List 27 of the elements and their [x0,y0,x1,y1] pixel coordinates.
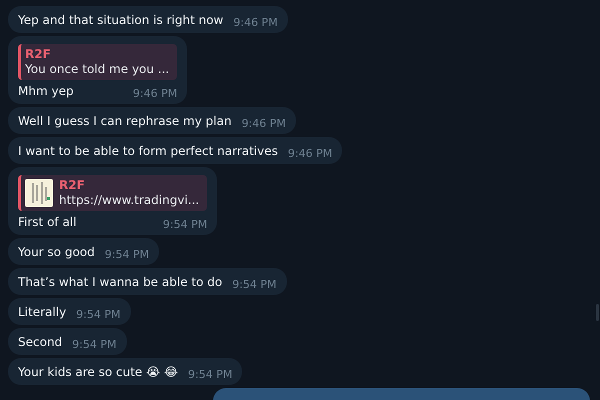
message-time: 9:54 PM [72,338,116,352]
message-text: Literally [18,304,66,320]
message-time: 9:54 PM [232,278,277,292]
reply-quote[interactable]: R2F You once told me you ... [18,44,178,80]
message-text: First of all [18,214,76,230]
message-text: Yep and that situation is right now [18,12,224,28]
quote-author: R2F [25,47,52,62]
message-time: 9:54 PM [76,308,120,322]
reply-quote[interactable]: R2F https://www.tradingvi... [18,175,208,211]
message-time: 9:46 PM [242,117,286,131]
quote-author: R2F [59,178,86,193]
message-text: Mhm yep [18,83,74,99]
message-time: 9:54 PM [188,368,232,382]
quote-text: https://www.tradingvi... [59,193,200,208]
quote-text: You once told me you ... [25,62,170,77]
message-text: Second [18,334,62,350]
message-time: 9:54 PM [162,218,208,232]
message-text: That’s what I wanna be able to do [18,274,222,290]
message-text: Your kids are so cute 😭 😂 [18,364,178,380]
message-text: Well I guess I can rephrase my plan [18,113,232,129]
message-time: 9:54 PM [104,248,150,262]
message-text: I want to be able to form perfect narratives [18,143,278,159]
message-time: 9:46 PM [233,16,278,30]
message-time: 9:46 PM [132,87,178,101]
scrollbar[interactable] [596,304,599,321]
message-time: 9:46 PM [288,147,332,161]
message-text: Your so good [18,244,95,260]
